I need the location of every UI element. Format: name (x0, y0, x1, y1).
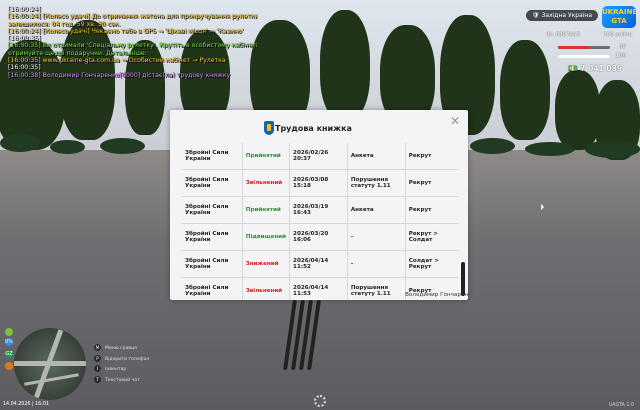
hint-label: Інвентар (105, 367, 127, 372)
bush (525, 142, 575, 156)
reason-cell: Анкета (347, 196, 406, 224)
table-row: Збройні Сили України Прийнятий 2026/02/26 … (182, 143, 458, 170)
chat-line: [16:00:35] www.ukraine-gta.com.ua → Особ… (8, 57, 226, 65)
rank-cell: Рекрут (405, 196, 458, 224)
bush (100, 138, 145, 154)
chat-line: отримуйте щедрі подарунки. Детальніше: (8, 49, 147, 57)
bush (0, 134, 40, 152)
work-book-dialog: Трудова книжка ✕ Збройні Сили України При… (170, 110, 468, 300)
date-cell: 2026/02/26 20:37 (289, 143, 348, 170)
tree (555, 70, 600, 150)
hint-label: Текстовий чат (105, 377, 140, 383)
date-cell: 2026/03/19 16:43 (289, 196, 348, 224)
key-m: M (94, 344, 101, 351)
table-row: Збройні Сили України Знижений 2026/04/14 1… (182, 250, 458, 278)
table-row: Збройні Сили України Звільнений 2026/03/08… (182, 169, 458, 197)
server-name: 🛡 Західна Україна (526, 10, 598, 21)
reason-cell: - (347, 250, 406, 278)
hint-phone: P Відкрити телефон (94, 354, 150, 366)
reason-cell: Порушення статуту 1.11 (347, 169, 406, 197)
status-cell: Звільнений (242, 169, 291, 197)
status-cell: Звільнений (242, 277, 291, 300)
chat-line: [16:00:24] [Колесо удачі] До отримання ж… (8, 13, 258, 21)
chat-log: [16:00:24] [16:00:24] [Колесо удачі] До … (8, 6, 258, 79)
money-icon: 💵 (568, 64, 578, 73)
signature: Володимир Гончарен (405, 292, 468, 298)
key-p: P (94, 354, 101, 362)
status-cell: Підвищений (242, 223, 291, 251)
version-label: UAGTA 1.0 (608, 403, 634, 408)
minimap (14, 328, 86, 400)
hint-chat: T Текстовий чат (94, 375, 149, 387)
key-i: I (94, 365, 101, 372)
reason-cell: Порушення статуту 1.11 (347, 277, 406, 300)
tire-tracks (282, 300, 322, 370)
bush (470, 138, 515, 154)
org-cell: Збройні Сили України (182, 277, 243, 300)
armor-bar (558, 55, 610, 58)
money-value: 7 041 089 (580, 64, 622, 73)
org-cell: Збройні Сили України (182, 196, 243, 224)
hint-inventory: I Інвентар (94, 365, 149, 376)
chat-line: [16:00:38] Володимир Гончаренко[0000] ді… (8, 71, 231, 79)
money-display: 💵 7 041 089 (568, 64, 622, 73)
hunger-icon (5, 328, 13, 336)
key-hints: M Меню гравця P Відкрити телефон I Інвентар… (94, 344, 149, 386)
date-time: 14.04.2026 | 16:01 (3, 402, 49, 407)
org-cell: Збройні Сили України (182, 223, 243, 251)
date-cell: 2026/04/14 11:52 (289, 250, 348, 278)
player-hud: 🛡 Західна Україна UKRAINE GTA ID: 689704… (516, 6, 637, 76)
scrollbar[interactable] (461, 262, 465, 296)
date-cell: 2026/03/20 16:06 (289, 223, 348, 251)
chat-line: залишилося: 04 год. 59 хв. 30 сек. (8, 20, 121, 28)
tree (320, 10, 370, 120)
chat-line: [16:00:35] (8, 64, 41, 72)
hint-menu: M Меню гравця (94, 344, 149, 355)
rank-cell: Солдат > Рекрут (405, 250, 458, 278)
coat-of-arms-icon (264, 121, 274, 135)
status-cell: Прийнятий (242, 143, 291, 170)
table-row: Збройні Сили України Підвищений 2026/03/20… (182, 223, 458, 251)
status-value-a: 0% (5, 338, 13, 346)
status-value-b: GZ (5, 350, 13, 358)
work-history-table: Збройні Сили України Прийнятий 2026/02/26 … (182, 143, 458, 300)
chat-line: [16:00:35] Ви отримали 'Спеціальну рулет… (8, 42, 258, 50)
online-count: 706 online (602, 32, 632, 38)
org-cell: Збройні Сили України (182, 169, 243, 197)
rank-cell: Рекрут (405, 169, 458, 197)
chat-line: [16:00:24] [Колесо удачі] Чекаємо тебе в… (8, 27, 244, 35)
org-cell: Збройні Сили України (182, 143, 243, 170)
reason-cell: - (347, 223, 406, 251)
cursor-icon (541, 204, 544, 210)
health-value: 60 (619, 44, 626, 50)
date-cell: 2026/04/14 11:53 (289, 277, 348, 300)
org-cell: Збройні Сили України (182, 250, 243, 278)
rank-cell: Рекрут > Солдат (405, 223, 458, 251)
shield-icon: 🛡 (532, 12, 540, 19)
dialog-title: Трудова книжка (275, 124, 352, 133)
health-bar (558, 46, 610, 49)
date-cell: 2026/03/08 15:18 (289, 169, 348, 197)
status-cell: Знижений (242, 250, 291, 278)
close-icon[interactable]: ✕ (449, 115, 461, 127)
loading-spinner-icon (314, 395, 326, 407)
player-id: ID: 6897043 (546, 32, 580, 38)
status-cell: Прийнятий (242, 196, 291, 224)
chat-line: [16:00:24] (8, 6, 41, 13)
table-row: Збройні Сили України Прийнятий 2026/03/19 … (182, 196, 458, 224)
rank-cell: Рекрут (405, 143, 458, 170)
hint-label: Відкрити телефон (105, 356, 150, 362)
armor-value: 100 (615, 53, 627, 59)
stamina-icon (5, 362, 13, 370)
key-t: T (94, 375, 101, 383)
game-logo: UKRAINE GTA (602, 6, 637, 28)
bush (585, 140, 640, 158)
bush (50, 140, 85, 154)
chat-line: [16:00:35] (8, 35, 41, 43)
hint-label: Меню гравця (105, 346, 137, 351)
reason-cell: Анкета (347, 143, 406, 170)
server-label: Західна Україна (541, 12, 592, 19)
